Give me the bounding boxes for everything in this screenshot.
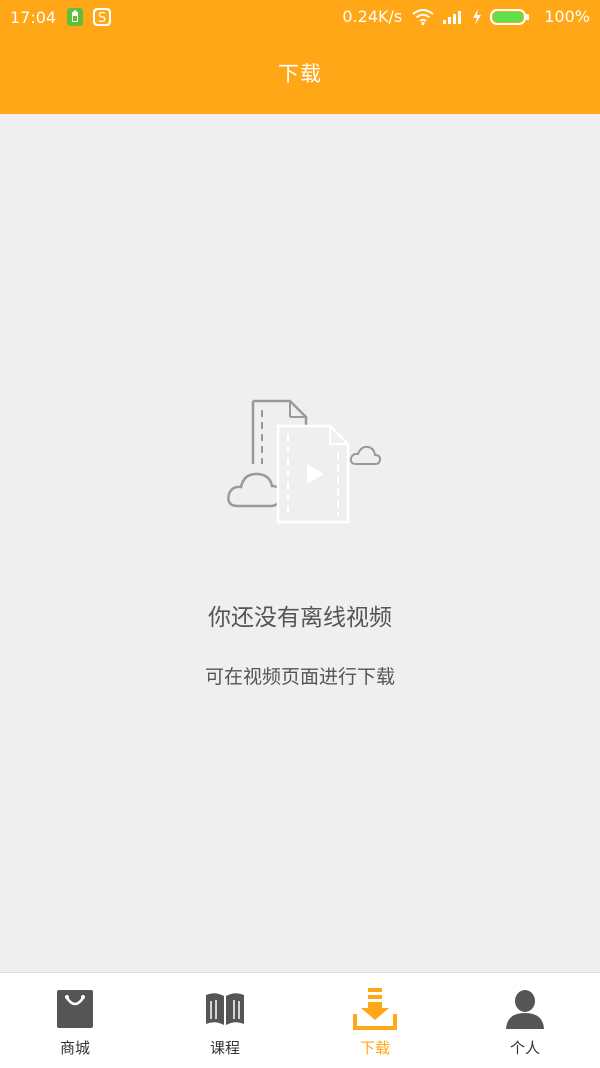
battery-icon bbox=[490, 8, 530, 25]
person-icon bbox=[503, 987, 547, 1031]
empty-state bbox=[0, 114, 600, 972]
status-bar: 17:04 S 0.24K/s 100% bbox=[0, 0, 600, 36]
svg-text:S: S bbox=[98, 11, 106, 26]
tab-profile[interactable]: 个人 bbox=[450, 973, 600, 1068]
tab-label: 下载 bbox=[359, 1039, 390, 1057]
offline-video-empty-icon bbox=[222, 398, 382, 532]
download-icon bbox=[353, 987, 397, 1031]
battery-percent: 100% bbox=[544, 7, 590, 26]
wifi-icon bbox=[412, 8, 434, 26]
empty-subtitle: 可在视频页面进行下载 bbox=[204, 666, 395, 688]
sogou-icon: S bbox=[92, 7, 112, 27]
shopping-bag-icon bbox=[53, 987, 97, 1031]
tab-download[interactable]: 下载 bbox=[300, 973, 450, 1068]
network-speed: 0.24K/s bbox=[342, 7, 403, 26]
battery-saver-icon bbox=[66, 7, 84, 27]
tab-label: 个人 bbox=[509, 1039, 540, 1057]
status-time: 17:04 bbox=[10, 7, 57, 27]
book-icon bbox=[203, 987, 247, 1031]
charging-icon bbox=[472, 8, 482, 25]
bottom-tab-bar: 商城 课程 下载 个人 bbox=[0, 972, 600, 1068]
status-left: 17:04 S bbox=[10, 7, 120, 27]
tab-mall[interactable]: 商城 bbox=[0, 973, 150, 1068]
tab-courses[interactable]: 课程 bbox=[150, 973, 300, 1068]
tab-label: 商城 bbox=[59, 1039, 90, 1057]
empty-title: 你还没有离线视频 bbox=[208, 605, 392, 631]
signal-icon bbox=[442, 9, 464, 25]
page-title: 下载 bbox=[278, 62, 322, 86]
status-right: 0.24K/s 100% bbox=[342, 7, 590, 26]
tab-label: 课程 bbox=[209, 1039, 240, 1057]
app-header: 17:04 S 0.24K/s 100% 下载 bbox=[0, 0, 600, 114]
